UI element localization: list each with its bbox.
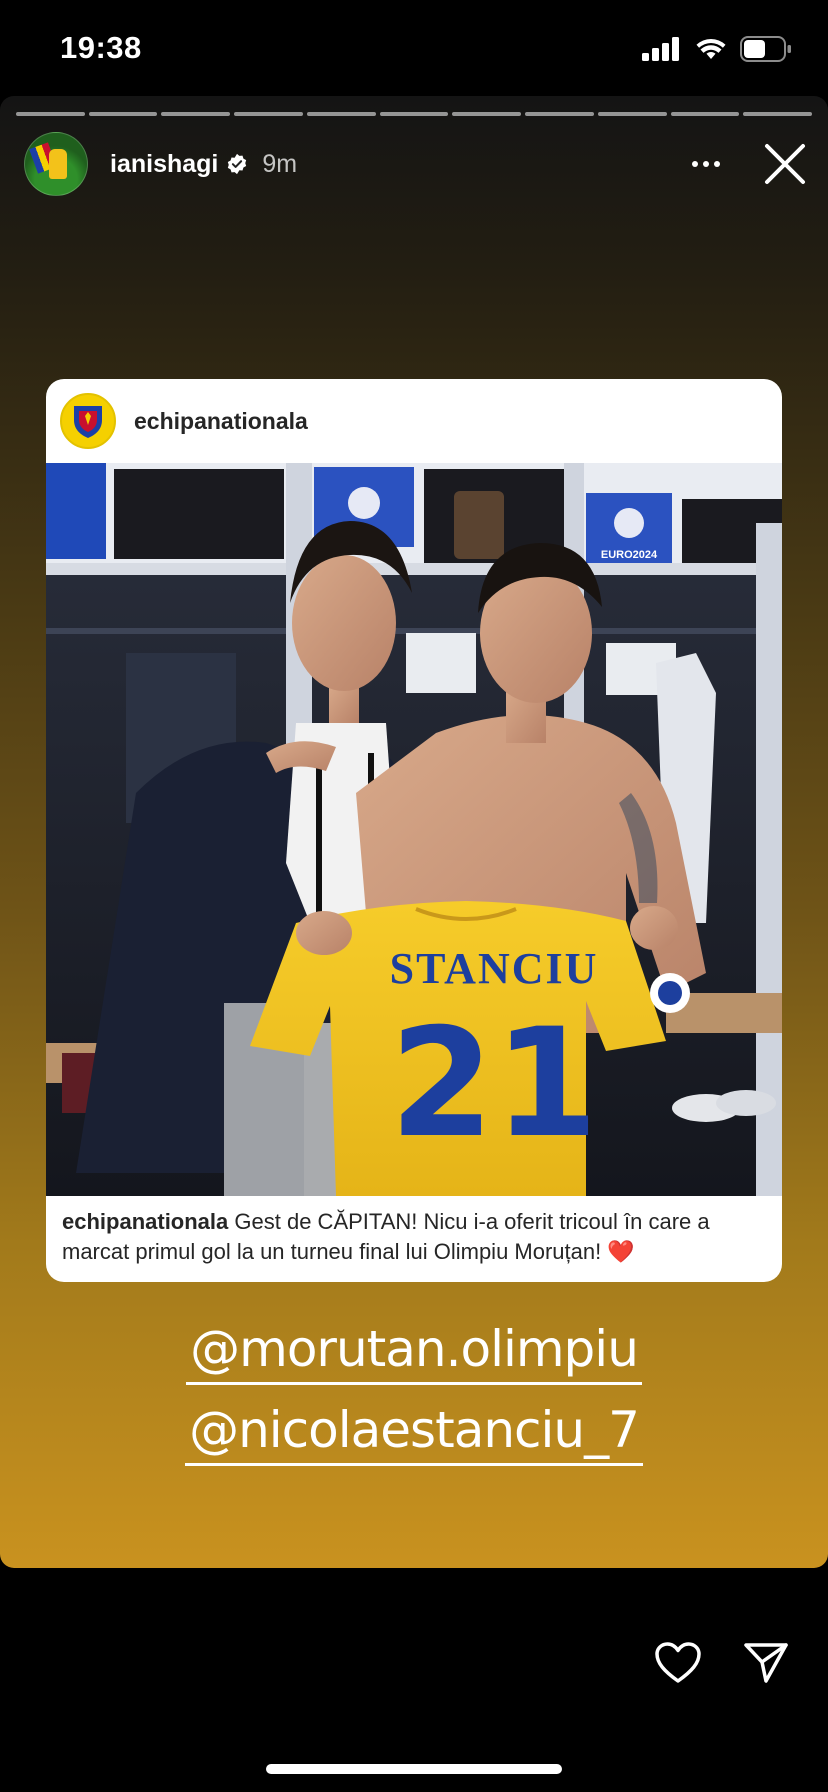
user-avatar[interactable]	[24, 132, 88, 196]
progress-segment	[306, 112, 376, 116]
shared-post-card[interactable]: echipanationala EURO2024 STANCIU 21 echi…	[46, 379, 782, 1282]
story-username[interactable]: ianishagi	[110, 150, 218, 179]
progress-segment	[234, 112, 303, 116]
battery-icon	[740, 36, 791, 62]
heart-icon[interactable]	[654, 1641, 702, 1685]
progress-segment	[88, 112, 158, 116]
player-graphic	[49, 149, 67, 179]
post-photo[interactable]: EURO2024 STANCIU 21	[46, 463, 782, 1196]
mention-text[interactable]: @morutan.olimpiu	[186, 1320, 642, 1385]
close-icon[interactable]	[762, 141, 808, 187]
send-icon[interactable]	[742, 1640, 790, 1686]
cellular-signal-icon	[642, 37, 679, 61]
post-caption: echipanationala Gest de CĂPITAN! Nicu i-…	[62, 1207, 764, 1267]
progress-segment	[16, 112, 85, 116]
jersey-number-text: 21	[390, 997, 599, 1171]
progress-segment	[743, 112, 813, 116]
post-username[interactable]: echipanationala	[134, 408, 308, 435]
wifi-icon	[696, 38, 726, 59]
post-avatar[interactable]	[60, 393, 116, 449]
post-header: echipanationala	[46, 379, 782, 463]
story-header: ianishagi 9m	[24, 132, 808, 196]
verified-badge-icon	[228, 153, 247, 175]
story-progress-bar	[16, 112, 813, 116]
progress-segment	[161, 112, 231, 116]
mention-sticker-stanciu[interactable]: @nicolaestanciu_7	[0, 1401, 828, 1466]
mention-sticker-morutan[interactable]: @morutan.olimpiu	[0, 1320, 828, 1385]
story-canvas[interactable]: ianishagi 9m echipanationala EURO2024 ST…	[0, 96, 828, 1568]
crest-icon	[74, 406, 102, 438]
status-icons	[642, 36, 792, 62]
progress-segment	[379, 112, 449, 116]
more-icon[interactable]	[686, 144, 726, 184]
status-bar: 19:38	[0, 0, 828, 96]
caption-username[interactable]: echipanationala	[62, 1209, 228, 1234]
story-actions	[654, 1640, 790, 1686]
locker-badge-text: EURO2024	[601, 549, 658, 561]
progress-segment	[597, 112, 667, 116]
status-time: 19:38	[60, 30, 142, 65]
progress-segment	[525, 112, 594, 116]
jersey-name-text: STANCIU	[390, 944, 599, 993]
progress-segment	[670, 112, 740, 116]
progress-segment	[452, 112, 522, 116]
story-time-ago: 9m	[262, 149, 298, 178]
story-screen: 19:38 ianishagi 9m echipanationala EURO2…	[0, 0, 828, 1792]
home-indicator[interactable]	[266, 1764, 562, 1774]
mention-text[interactable]: @nicolaestanciu_7	[185, 1401, 643, 1466]
